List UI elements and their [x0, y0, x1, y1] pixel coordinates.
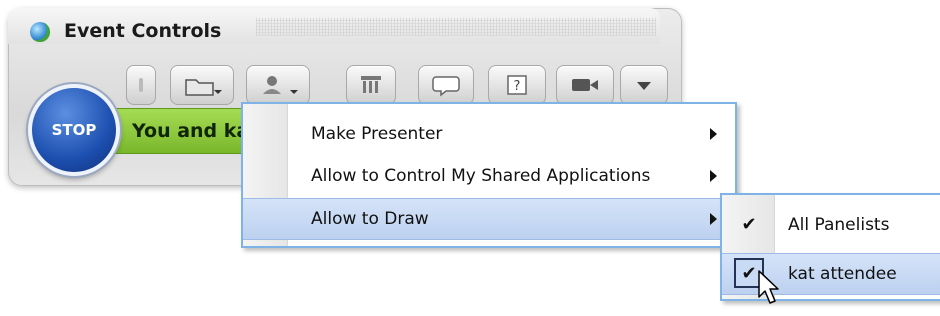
panelists-icon: [361, 76, 381, 93]
check-icon: ✔: [741, 213, 757, 235]
submenu-arrow-icon: [710, 128, 717, 140]
attendee-icon: [263, 76, 298, 94]
submenu-item-label: kat attendee: [788, 264, 897, 284]
menu-item-make-presenter[interactable]: Make Presenter: [243, 114, 735, 154]
submenu-item-all-panelists[interactable]: ✔ All Panelists: [722, 205, 940, 245]
dropdown-icon: [637, 82, 651, 90]
submenu-item-label: All Panelists: [788, 215, 890, 235]
camera-icon: [572, 79, 598, 91]
svg-text:?: ?: [514, 79, 521, 94]
more-button[interactable]: [620, 65, 668, 105]
stop-label: STOP: [51, 121, 97, 139]
menu-item-label: Make Presenter: [311, 124, 443, 144]
stop-button[interactable]: STOP: [28, 84, 120, 176]
info-button[interactable]: [126, 65, 156, 105]
info-icon: [139, 78, 143, 92]
help-button[interactable]: ?: [488, 65, 546, 105]
menu-item-label: Allow to Control My Shared Applications: [311, 166, 651, 186]
video-button[interactable]: [556, 65, 614, 105]
attendee-button[interactable]: [246, 65, 310, 105]
menu-item-label: Allow to Draw: [311, 209, 429, 229]
panelists-button[interactable]: [346, 65, 396, 105]
menu-item-allow-control[interactable]: Allow to Control My Shared Applications: [243, 156, 735, 196]
folder-share-icon: [185, 79, 222, 96]
globe-icon: [30, 22, 50, 42]
chat-button[interactable]: [418, 65, 474, 105]
mouse-pointer-icon: [758, 270, 779, 304]
submenu-arrow-icon: [710, 170, 717, 182]
submenu-arrow-icon: [710, 213, 717, 225]
participant-context-menu: Make Presenter Allow to Control My Share…: [241, 102, 737, 248]
chat-icon: [432, 76, 460, 97]
help-icon: ?: [507, 75, 527, 95]
share-button[interactable]: [170, 65, 234, 105]
menu-item-allow-draw[interactable]: Allow to Draw: [243, 198, 735, 240]
panel-title: Event Controls: [64, 20, 222, 42]
submenu-item-kat-attendee[interactable]: ✔ kat attendee: [722, 253, 940, 295]
status-text: You and ka: [132, 120, 250, 142]
title-bar-grip[interactable]: [256, 18, 656, 36]
status-bar: You and ka: [112, 108, 262, 154]
allow-draw-submenu: ✔ All Panelists ✔ kat attendee: [720, 193, 940, 301]
